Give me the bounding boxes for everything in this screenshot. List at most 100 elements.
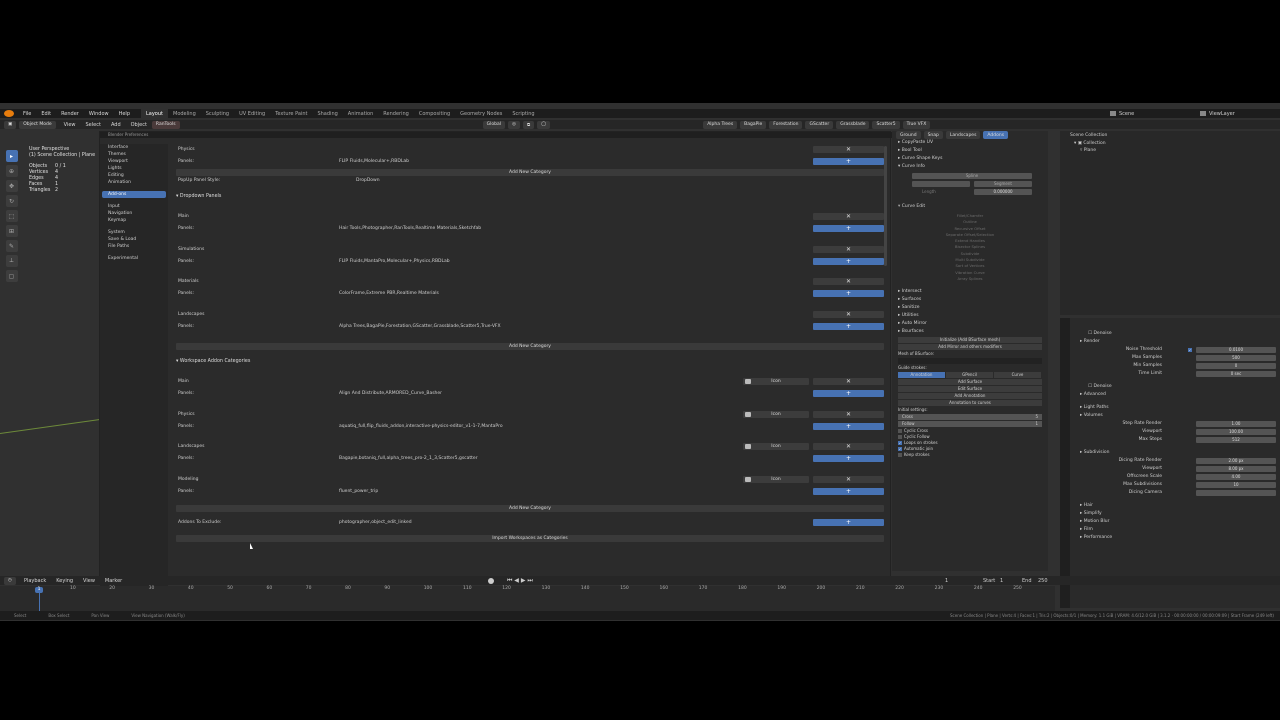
guide-tab-curve[interactable]: Curve [994, 372, 1041, 379]
initial-field[interactable]: Follow 1 [898, 421, 1042, 428]
props-panel-render[interactable]: ▸ Render [1060, 338, 1280, 346]
props-panel-volumes[interactable]: ▸ Volumes [1060, 412, 1280, 420]
prefs-tab-file-paths[interactable]: File Paths [102, 243, 166, 250]
workspace-tab-modeling[interactable]: Modeling [168, 109, 201, 118]
panels-value[interactable]: Align And Distribute,ARMORED_Curve_Bashe… [339, 390, 442, 398]
icon-button[interactable]: Icon [743, 443, 809, 450]
start-value[interactable]: 1 [1000, 578, 1003, 584]
props-field-value[interactable]: 2.00 px [1196, 458, 1276, 464]
checkbox-icon[interactable]: ✓ [898, 441, 902, 446]
bsurf-button[interactable]: Add Mirror and others modifiers [898, 344, 1042, 351]
remove-category-button[interactable]: ✕ [813, 475, 884, 483]
workspace-tab-rendering[interactable]: Rendering [378, 109, 414, 118]
guide-button[interactable]: Add Annotation [898, 393, 1042, 400]
props-field-value[interactable]: 1.00 [1196, 421, 1276, 427]
props-field-value[interactable]: 512 [1196, 437, 1276, 443]
mode-selector[interactable]: Object Mode [19, 120, 56, 129]
popup-style-value[interactable]: DropDown [356, 177, 380, 185]
props-field-value[interactable]: 8.00 px [1196, 466, 1276, 472]
addon-chip-scatter5[interactable]: Scatter5 [872, 120, 900, 129]
panels-value[interactable]: Bagapie,botaniq_full,alpha_trees_pro-2_1… [339, 455, 478, 463]
npanel-item[interactable]: ▸ Auto Mirror [892, 320, 1048, 328]
prefs-tab-add-ons[interactable]: Add-ons [102, 191, 166, 198]
guide-tab-annotation[interactable]: Annotation [898, 372, 945, 379]
viewport-menu-view[interactable]: View [59, 122, 81, 128]
add-panel-button[interactable]: + [813, 422, 884, 430]
outliner-item[interactable]: ▾ ▣ Collection [1060, 140, 1280, 147]
curve-edit-item[interactable]: Array Splines [892, 276, 1048, 282]
prefs-tab-input[interactable]: Input [102, 203, 166, 210]
npanel-item[interactable]: ▸ Bsurfaces [892, 328, 1048, 336]
snap-icon[interactable]: ⧉ [522, 120, 535, 129]
addon-tab[interactable]: RanTools [151, 120, 180, 129]
workspace-tab-scripting[interactable]: Scripting [507, 109, 539, 118]
npanel-item[interactable]: ▸ CopyPaste UV [892, 139, 1048, 147]
addon-chip-gscatter[interactable]: GScatter [805, 120, 834, 129]
move-tool-icon[interactable]: ✥ [5, 180, 18, 192]
add-panel-button[interactable]: + [813, 487, 884, 495]
addon-chip-forestation[interactable]: Forestation [769, 120, 803, 129]
exclude-add-button[interactable]: + [813, 519, 884, 526]
timeline-menu-keying[interactable]: Keying [51, 578, 78, 584]
editor-type-button[interactable]: ▣ [4, 120, 17, 129]
menu-file[interactable]: File [18, 111, 36, 117]
prefs-tab-keymap[interactable]: Keymap [102, 217, 166, 224]
category-name[interactable]: Landscapes [178, 311, 205, 319]
import-workspaces-button[interactable]: Import Workspaces as Categories [176, 535, 884, 542]
panels-value[interactable]: ColorFrame,Extreme PBR,Realtime Material… [339, 290, 439, 298]
props-field-checkbox[interactable]: ✓ [1188, 348, 1192, 352]
panels-value[interactable]: aquatiq_full,flip_fluids_addon,interacti… [339, 423, 503, 431]
prefs-tab-animation[interactable]: Animation [102, 179, 166, 186]
category-name[interactable]: Landscapes [178, 443, 205, 451]
workspace-tab-compositing[interactable]: Compositing [414, 109, 455, 118]
add-panel-button[interactable]: + [813, 257, 884, 265]
scale-tool-icon[interactable]: ⬚ [5, 210, 18, 222]
add-new-category-button[interactable]: Add New Category [176, 343, 884, 350]
workspace-tab-geometry-nodes[interactable]: Geometry Nodes [455, 109, 507, 118]
rotate-tool-icon[interactable]: ↻ [5, 195, 18, 207]
current-frame[interactable]: 1 [945, 578, 948, 584]
category-name[interactable]: Modeling [178, 476, 198, 484]
add-panel-button[interactable]: + [813, 225, 884, 232]
workspace-tab-sculpting[interactable]: Sculpting [201, 109, 234, 118]
npanel-item[interactable]: ▾ Curve Info [892, 163, 1048, 171]
timeline-area[interactable]: 10 20 30 40 50 60 70 80 90 100 110 120 130 140 150 160 1… [0, 586, 1055, 614]
npanel-tab-ground[interactable]: Ground [896, 131, 921, 139]
npanel-item[interactable]: ▸ Bool Tool [892, 147, 1048, 155]
checkbox-icon[interactable] [898, 453, 902, 458]
viewlayer-selector[interactable]: ViewLayer [1200, 111, 1235, 117]
workspace-categories-header[interactable]: ▾ Workspace Addon Categories [176, 358, 250, 366]
transform-tool-icon[interactable]: ⊞ [5, 225, 18, 237]
blender-logo-icon[interactable] [4, 110, 14, 117]
bsurf-button[interactable]: Initialize (Add BSurface mesh) [898, 337, 1042, 344]
props-field-value[interactable]: 100.00 [1196, 429, 1276, 435]
addon-chip-true-vfx[interactable]: True VFX [902, 120, 931, 129]
npanel-tab-snap[interactable]: Snap [923, 131, 943, 139]
guide-button[interactable]: Edit Surface [898, 386, 1042, 393]
add-panel-button[interactable]: + [813, 455, 884, 462]
prefs-tab-viewport[interactable]: Viewport [102, 158, 166, 165]
category-name[interactable]: Main [178, 378, 189, 386]
add-new-category-button[interactable]: Add New Category [176, 169, 884, 176]
remove-category-button[interactable]: ✕ [813, 278, 884, 285]
guide-button[interactable]: Annotation to curves [898, 400, 1042, 407]
props-field-value[interactable] [1196, 490, 1276, 496]
props-field-value[interactable]: 0.0100 [1196, 347, 1276, 353]
preferences-scrollbar[interactable] [884, 146, 887, 266]
category-name[interactable]: Main [178, 213, 189, 221]
remove-category-button[interactable]: ✕ [813, 443, 884, 450]
props-field-value[interactable]: 0 sec [1196, 371, 1276, 377]
timeline-menu-playback[interactable]: Playback [19, 578, 51, 584]
workspace-tab-layout[interactable]: Layout [141, 109, 168, 118]
playback-controls[interactable]: ⏮ ◀ ▶ ⏭ [507, 577, 533, 585]
scene-selector[interactable]: Scene [1110, 111, 1134, 117]
menu-edit[interactable]: Edit [36, 111, 56, 117]
menu-help[interactable]: Help [114, 111, 135, 117]
add-panel-button[interactable]: + [813, 290, 884, 297]
add-panel-button[interactable]: + [813, 390, 884, 397]
timeline-menu-view[interactable]: View [78, 578, 100, 584]
checkbox-row[interactable]: Keep strokes [892, 452, 1048, 458]
props-field-value[interactable]: 0 [1196, 363, 1276, 369]
exclude-value[interactable]: photographer,object_edit_linked [339, 519, 412, 527]
add-panel-button[interactable]: + [813, 158, 884, 165]
